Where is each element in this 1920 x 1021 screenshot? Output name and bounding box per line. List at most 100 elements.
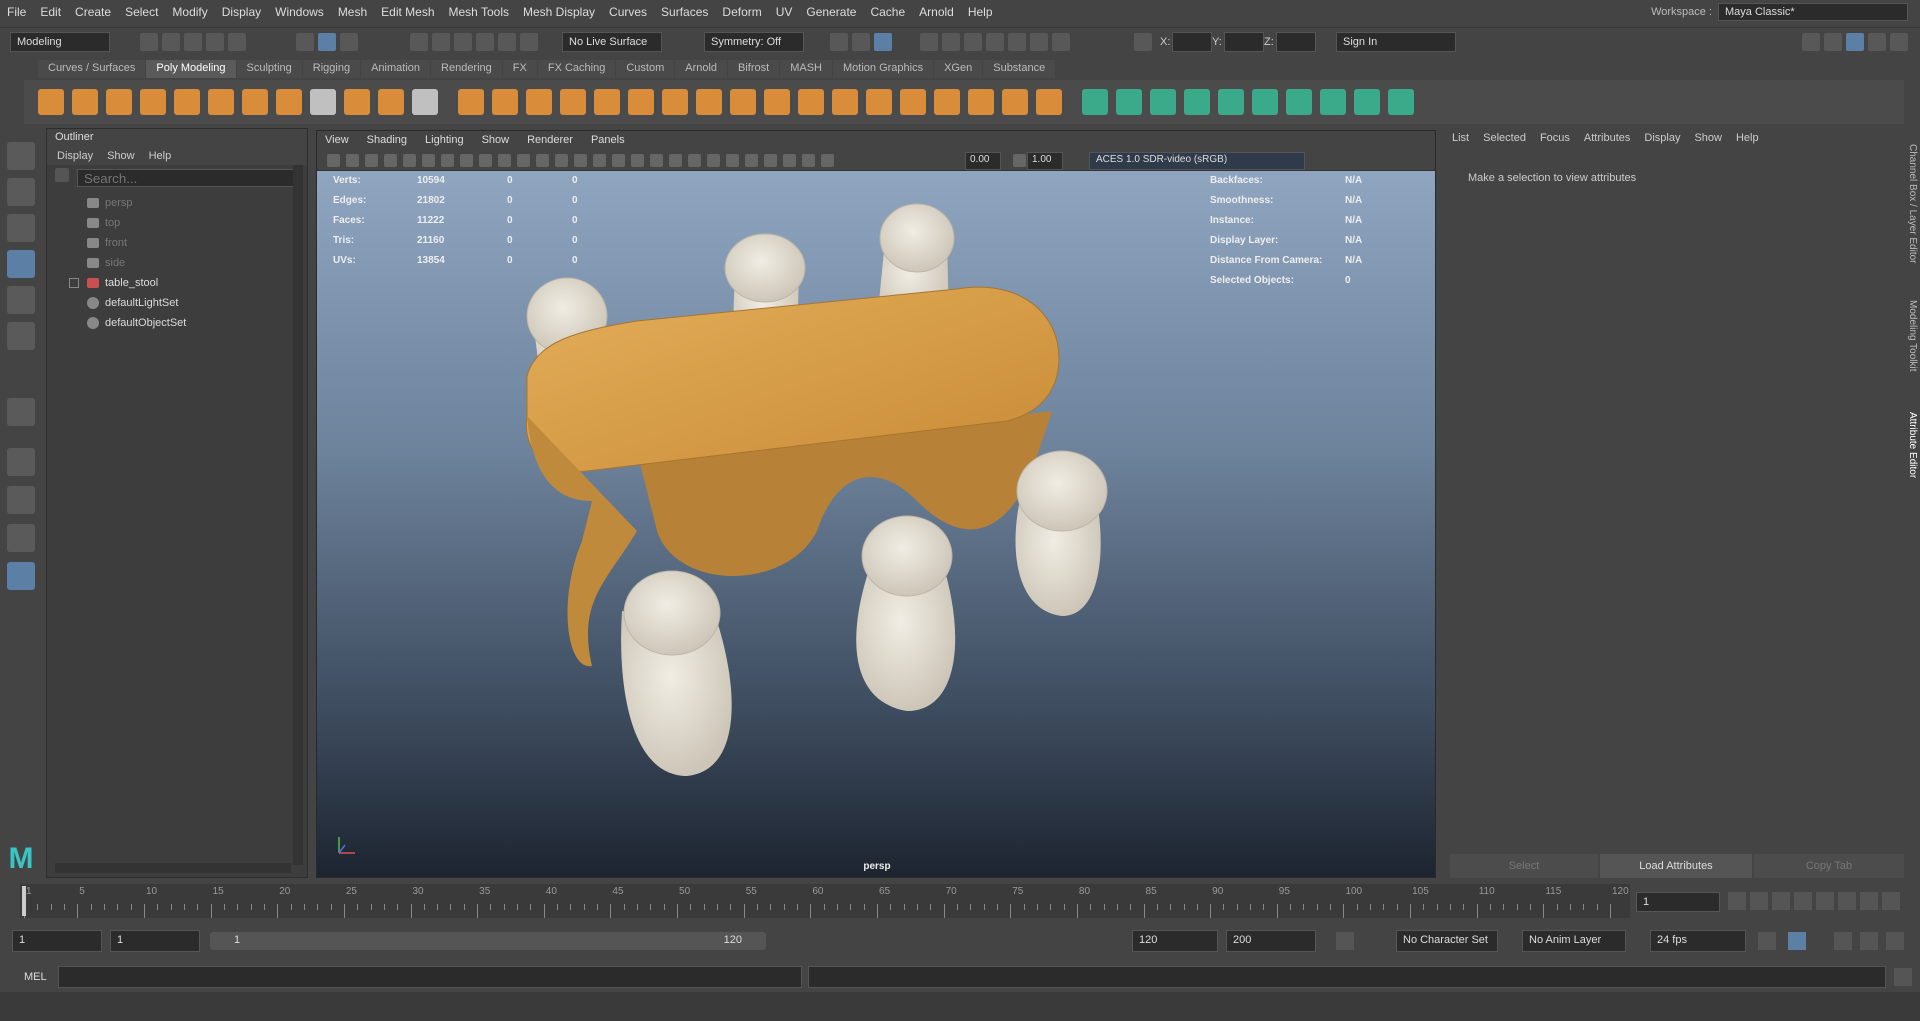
merge-icon[interactable] [900, 89, 926, 115]
grid-icon[interactable] [441, 154, 454, 167]
bevel-icon[interactable] [492, 89, 518, 115]
snap-curve-icon[interactable] [432, 33, 450, 51]
shelf-tab-fx-caching[interactable]: FX Caching [537, 60, 616, 78]
safe-action-icon[interactable] [536, 154, 549, 167]
current-frame-field[interactable]: 1 [1636, 892, 1720, 912]
shelf-tab-arnold[interactable]: Arnold [675, 60, 728, 78]
z-field[interactable] [1276, 32, 1316, 52]
uv-planar-icon[interactable] [1150, 89, 1176, 115]
outliner-search-input[interactable] [77, 169, 303, 187]
history-icon[interactable] [830, 33, 848, 51]
menu-windows[interactable]: Windows [268, 5, 331, 19]
outliner-item-defaultlightset[interactable]: defaultLightSet [47, 293, 307, 313]
gamma-icon[interactable] [1013, 154, 1026, 167]
layout-single-icon[interactable] [1802, 33, 1820, 51]
bookmarks-icon[interactable] [365, 154, 378, 167]
select-button[interactable]: Select [1450, 854, 1598, 878]
viewport-canvas[interactable]: Verts: 10594 0 0 Edges: 21802 0 0 Faces: 11222 0 0 T… [317, 171, 1435, 877]
render-settings-icon[interactable] [964, 33, 982, 51]
menu-deform[interactable]: Deform [715, 5, 768, 19]
shelf-tab-motion-graphics[interactable]: Motion Graphics [833, 60, 934, 78]
outliner-hscrollbar[interactable] [55, 863, 291, 873]
shelf-tab-custom[interactable]: Custom [616, 60, 675, 78]
outliner-menu-show[interactable]: Show [107, 150, 135, 162]
select-camera-icon[interactable] [327, 154, 340, 167]
animation-start-field[interactable]: 1 [12, 930, 102, 952]
pause-icon[interactable] [1052, 33, 1070, 51]
bevel-edge-icon[interactable] [730, 89, 756, 115]
light-editor-icon[interactable] [1030, 33, 1048, 51]
fps-dropdown[interactable]: 24 fps [1650, 930, 1746, 952]
shelf-tab-rigging[interactable]: Rigging [302, 60, 361, 78]
extrude-icon[interactable] [662, 89, 688, 115]
animation-end-field[interactable]: 200 [1226, 930, 1316, 952]
save-scene-icon[interactable] [184, 33, 202, 51]
playback-speed-icon[interactable] [1860, 932, 1878, 950]
screen-space-ao-icon[interactable] [669, 154, 682, 167]
xray-icon[interactable] [764, 154, 777, 167]
quadrangulate-icon[interactable] [1116, 89, 1142, 115]
play-backward-icon[interactable] [1794, 892, 1812, 910]
menu-cache[interactable]: Cache [863, 5, 912, 19]
outliner-menu-display[interactable]: Display [57, 150, 93, 162]
playback-start-field[interactable]: 1 [110, 930, 200, 952]
boolean-icon[interactable] [1036, 89, 1062, 115]
outliner-item-top[interactable]: top [47, 213, 307, 233]
attribute-editor-tab[interactable]: Attribute Editor [1902, 408, 1920, 496]
step-forward-key-icon[interactable] [1860, 892, 1878, 910]
menu-curves[interactable]: Curves [602, 5, 654, 19]
layout-outliner-persp-icon[interactable] [7, 562, 35, 590]
gamma-field[interactable]: 1.00 [1027, 152, 1063, 170]
open-scene-icon[interactable] [162, 33, 180, 51]
viewport-menu-show[interactable]: Show [482, 134, 510, 148]
platonic-icon[interactable] [276, 89, 302, 115]
use-all-lights-icon[interactable] [631, 154, 644, 167]
outliner-item-table-stool[interactable]: table_stool [47, 273, 307, 293]
mel-label[interactable]: MEL [24, 971, 47, 983]
cache-playback-icon[interactable] [1788, 932, 1806, 950]
sphere-icon[interactable] [38, 89, 64, 115]
new-scene-icon[interactable] [140, 33, 158, 51]
snap-surface-icon[interactable] [498, 33, 516, 51]
step-forward-frame-icon[interactable] [1838, 892, 1856, 910]
layout-persp-icon[interactable] [7, 448, 35, 476]
layout-four-icon[interactable] [1824, 33, 1842, 51]
colorspace-dropdown[interactable]: ACES 1.0 SDR-video (sRGB) [1089, 152, 1305, 170]
menu-display[interactable]: Display [215, 5, 268, 19]
outliner-item-defaultobjectset[interactable]: defaultObjectSet [47, 313, 307, 333]
smooth-icon[interactable] [628, 89, 654, 115]
exposure-field[interactable]: 0.00 [965, 152, 1001, 170]
outliner-scrollbar[interactable] [293, 165, 303, 865]
outliner-item-persp[interactable]: persp [47, 193, 307, 213]
xray-components-icon[interactable] [802, 154, 815, 167]
snap-rotate-icon[interactable] [520, 33, 538, 51]
sweep-icon[interactable] [458, 89, 484, 115]
sew-uv-icon[interactable] [1320, 89, 1346, 115]
shelf-tab-poly-modeling[interactable]: Poly Modeling [146, 60, 236, 78]
redo-icon[interactable] [228, 33, 246, 51]
load-attributes-button[interactable]: Load Attributes [1600, 854, 1752, 878]
attr-menu-attributes[interactable]: Attributes [1584, 132, 1630, 144]
viewport-menu-panels[interactable]: Panels [591, 134, 625, 148]
current-time-indicator[interactable] [22, 886, 26, 916]
script-editor-icon[interactable] [1894, 968, 1912, 986]
menu-file[interactable]: File [0, 5, 33, 19]
field-chart-icon[interactable] [517, 154, 530, 167]
resolution-gate-icon[interactable] [479, 154, 492, 167]
anti-aliasing-icon[interactable] [707, 154, 720, 167]
camera-attributes-icon[interactable] [346, 154, 359, 167]
menu-generate[interactable]: Generate [799, 5, 863, 19]
super-shape-icon[interactable] [344, 89, 370, 115]
shelf-tab-sculpting[interactable]: Sculpting [236, 60, 302, 78]
triangulate-icon[interactable] [1082, 89, 1108, 115]
transform-mode-icon[interactable] [1134, 33, 1152, 51]
wireframe-icon[interactable] [555, 154, 568, 167]
outliner-item-front[interactable]: front [47, 233, 307, 253]
select-hierarchy-icon[interactable] [296, 33, 314, 51]
ipr-render-icon[interactable] [942, 33, 960, 51]
shelf-tab-rendering[interactable]: Rendering [431, 60, 502, 78]
freeze-icon[interactable] [1388, 89, 1414, 115]
delete-history-icon[interactable] [1354, 89, 1380, 115]
shelf-tab-animation[interactable]: Animation [361, 60, 431, 78]
snap-view-icon[interactable] [476, 33, 494, 51]
